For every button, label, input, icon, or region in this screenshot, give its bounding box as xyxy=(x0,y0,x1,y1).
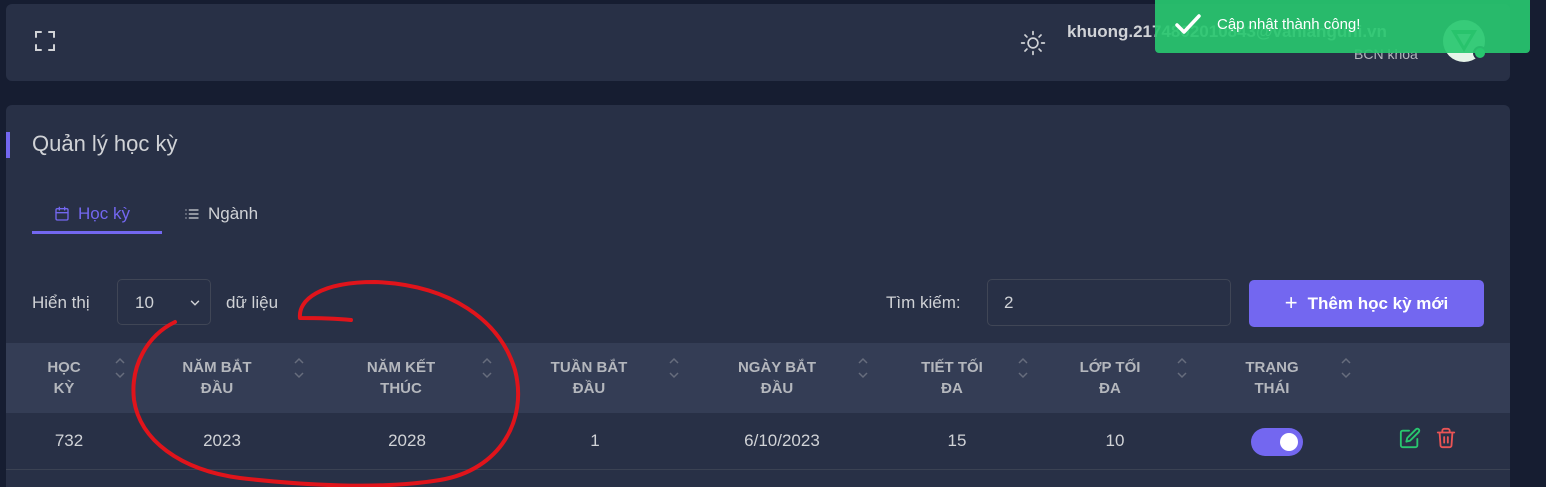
cell-lop-toi-da: 10 xyxy=(1105,431,1125,450)
sort-icon[interactable] xyxy=(1340,355,1352,381)
tab-label: Ngành xyxy=(208,204,259,223)
search-input[interactable] xyxy=(987,279,1231,326)
column-header-nam-ket-thuc[interactable]: NĂM KẾT THÚC xyxy=(340,343,462,413)
status-toggle[interactable] xyxy=(1251,428,1303,456)
column-header-nam-bat-dau[interactable]: NĂM BẮT ĐẦU xyxy=(156,343,278,413)
sun-icon[interactable] xyxy=(1020,30,1046,56)
sort-icon[interactable] xyxy=(481,355,493,381)
add-button-label: Thêm học kỳ mới xyxy=(1307,293,1449,313)
tab-hoc-ky[interactable]: Học kỳ xyxy=(32,197,162,234)
success-toast[interactable]: Cập nhật thành công! xyxy=(1155,0,1530,53)
cell-nam-bat-dau: 2023 xyxy=(203,431,241,450)
calendar-icon xyxy=(55,206,69,221)
tab-nganh[interactable]: Ngành xyxy=(184,197,258,231)
expand-icon[interactable] xyxy=(33,29,57,53)
sort-icon[interactable] xyxy=(668,355,680,381)
edit-icon[interactable] xyxy=(1399,427,1421,449)
check-icon xyxy=(1175,14,1201,34)
list-icon xyxy=(185,209,199,219)
sort-icon[interactable] xyxy=(1176,355,1188,381)
chevron-down-icon xyxy=(190,300,200,306)
plus-icon: + xyxy=(1284,289,1298,315)
cell-hoc-ky: 732 xyxy=(54,431,84,450)
column-header-lop-toi-da[interactable]: LỚP TỐI ĐA xyxy=(1056,343,1164,413)
table-row: 732 2023 2028 1 6/10/2023 15 10 xyxy=(6,413,1510,470)
add-semester-button[interactable]: + Thêm học kỳ mới xyxy=(1249,280,1484,327)
semester-management-card: Quản lý học kỳ Học kỳ Ngành Hiển thị 10 … xyxy=(6,105,1510,487)
sort-icon[interactable] xyxy=(293,355,305,381)
title-accent-bar xyxy=(6,132,10,158)
column-header-ngay-bat-dau[interactable]: NGÀY BẮT ĐẦU xyxy=(716,343,838,413)
toast-message: Cập nhật thành công! xyxy=(1217,16,1361,33)
unit-label: dữ liệu xyxy=(226,293,279,312)
tab-label: Học kỳ xyxy=(78,204,130,223)
sort-icon[interactable] xyxy=(1017,355,1029,381)
page-scrollbar[interactable] xyxy=(1530,0,1546,487)
show-label: Hiển thị xyxy=(32,293,90,312)
page-title: Quản lý học kỳ xyxy=(32,131,178,156)
column-header-hoc-ky[interactable]: HỌC KỲ xyxy=(24,343,104,413)
cell-tuan-bat-dau: 1 xyxy=(590,431,600,450)
trash-icon[interactable] xyxy=(1435,427,1457,449)
cell-ngay-bat-dau: 6/10/2023 xyxy=(744,431,820,450)
toggle-knob xyxy=(1280,433,1298,451)
column-header-tuan-bat-dau[interactable]: TUẦN BẮT ĐẦU xyxy=(528,343,650,413)
sort-icon[interactable] xyxy=(857,355,869,381)
column-header-trang-thai[interactable]: TRẠNG THÁI xyxy=(1226,343,1318,413)
sort-icon[interactable] xyxy=(114,355,126,381)
column-header-tiet-toi-da[interactable]: TIẾT TỐI ĐA xyxy=(896,343,1008,413)
page-size-value: 10 xyxy=(135,293,154,312)
cell-tiet-toi-da: 15 xyxy=(947,431,967,450)
page-size-select[interactable]: 10 xyxy=(117,279,211,325)
table-header: HỌC KỲ NĂM BẮT ĐẦU NĂM KẾT THÚC TUẦN BẮT ĐẦU… xyxy=(6,343,1510,413)
cell-nam-ket-thuc: 2028 xyxy=(388,431,426,450)
search-label: Tìm kiếm: xyxy=(886,293,961,312)
